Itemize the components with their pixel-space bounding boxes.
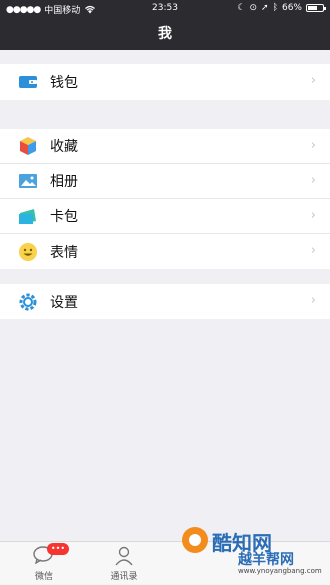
chevron-right-icon: › [310, 208, 316, 223]
menu-group-wallet: 钱包 › [0, 64, 330, 100]
moon-icon: ☾ [237, 3, 246, 13]
wallet-icon [18, 72, 38, 92]
nav-bar: 我 [0, 18, 330, 50]
chevron-right-icon: › [310, 243, 316, 258]
menu-item-stickers-label: 表情 [50, 244, 78, 261]
battery-icon [306, 4, 326, 12]
menu-item-wallet[interactable]: 钱包 › [0, 64, 330, 100]
menu-group-main: 收藏 › 相册 › 卡包 › 表情 › [0, 129, 330, 269]
contacts-icon [113, 546, 135, 566]
menu-item-album-label: 相册 [50, 174, 78, 190]
settings-icon [18, 292, 38, 312]
page-title: 我 [158, 26, 172, 42]
menu-item-stickers[interactable]: 表情 › [0, 234, 330, 269]
menu-item-cards-label: 卡包 [50, 209, 78, 225]
cards-icon [18, 206, 38, 226]
album-icon [18, 171, 38, 191]
battery-percent: 66% [281, 3, 302, 13]
watermark-logo-icon [182, 527, 208, 553]
menu-item-settings[interactable]: 设置 › [0, 284, 330, 319]
chevron-right-icon: › [310, 73, 316, 88]
favorites-icon [18, 136, 38, 156]
status-right: ☾ ⊙ ➚ ᛒ 66% [237, 3, 326, 13]
tab-contacts-label: 通讯录 [110, 572, 138, 582]
status-bar: ●●●●● 中国移动 23:53 ☾ ⊙ ➚ ᛒ 66% [0, 0, 330, 18]
watermark: 酷知网 越羊帮网 www.ynoyangbang.com [172, 519, 322, 579]
unread-badge: ••• [47, 543, 69, 555]
menu-item-album[interactable]: 相册 › [0, 164, 330, 199]
menu-item-settings-label: 设置 [50, 294, 78, 311]
watermark-url: www.ynoyangbang.com [238, 567, 322, 575]
menu-item-cards[interactable]: 卡包 › [0, 199, 330, 234]
menu-item-favorites[interactable]: 收藏 › [0, 129, 330, 164]
chevron-right-icon: › [310, 138, 316, 153]
menu-item-favorites-label: 收藏 [50, 139, 78, 155]
menu-group-settings: 设置 › [0, 284, 330, 319]
chats-icon: ••• [33, 543, 69, 566]
lock-icon: ⊙ [249, 3, 258, 13]
watermark-brand2: 越羊帮网 [238, 552, 294, 568]
battery-level [308, 6, 317, 10]
location-icon: ➚ [261, 3, 269, 13]
bluetooth-icon: ᛒ [272, 3, 278, 13]
tab-chats[interactable]: ••• 微信 [14, 543, 74, 582]
chevron-right-icon: › [310, 173, 316, 188]
chevron-right-icon: › [310, 293, 316, 308]
menu-item-wallet-label: 钱包 [50, 75, 78, 91]
tab-contacts[interactable]: 通讯录 [94, 546, 154, 582]
tab-chats-label: 微信 [34, 572, 53, 582]
stickers-icon [18, 242, 38, 262]
